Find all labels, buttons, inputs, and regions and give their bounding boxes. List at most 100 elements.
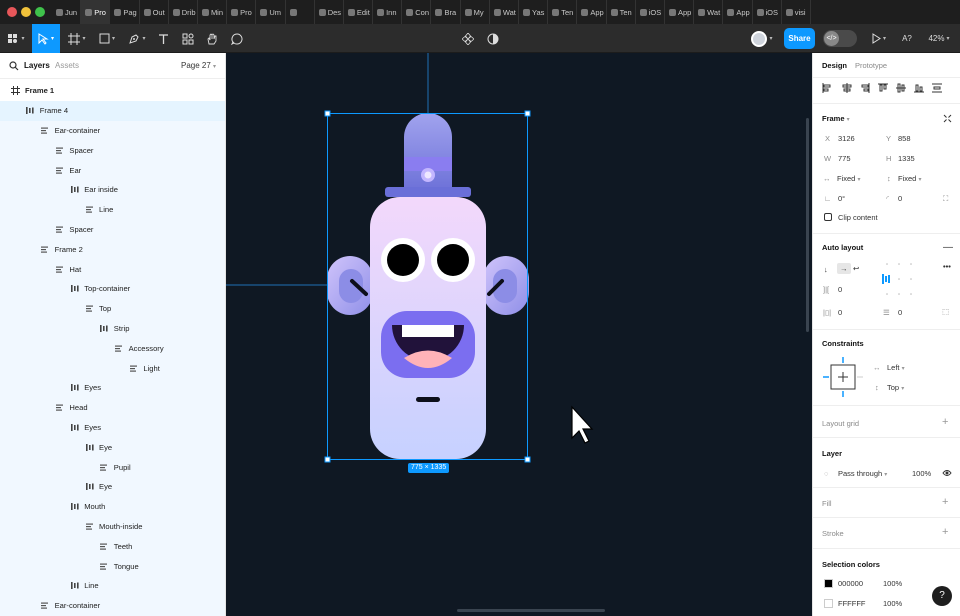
layer-row[interactable]: Pupil: [0, 457, 225, 477]
individual-padding-icon[interactable]: ⬚: [942, 307, 949, 316]
file-tab[interactable]: iOS: [753, 0, 782, 24]
file-tab[interactable]: Min: [198, 0, 228, 24]
layer-row[interactable]: Spacer: [0, 219, 225, 240]
file-tab[interactable]: Bra: [431, 0, 461, 24]
file-tab[interactable]: Edit: [344, 0, 374, 24]
resources-button[interactable]: [179, 24, 197, 53]
file-tab[interactable]: Pro: [227, 0, 257, 24]
eye-icon[interactable]: [942, 469, 952, 477]
horizontal-padding-input[interactable]: 0: [838, 308, 842, 317]
file-tab[interactable]: Ten: [548, 0, 578, 24]
frame-tool-button[interactable]: ▾: [64, 24, 90, 53]
layer-row[interactable]: Light: [0, 358, 225, 378]
rotation-input[interactable]: 0°: [838, 194, 845, 203]
dev-mode-toggle[interactable]: </>: [822, 24, 858, 53]
file-tab[interactable]: Yas: [519, 0, 549, 24]
layer-row[interactable]: Ear-container: [0, 595, 225, 616]
file-tab[interactable]: Wat: [490, 0, 519, 24]
vertical-padding-input[interactable]: 0: [898, 308, 902, 317]
layer-row[interactable]: Ear inside: [0, 179, 225, 200]
vertical-scrollbar[interactable]: [806, 118, 809, 332]
help-button[interactable]: ?: [932, 586, 952, 606]
file-tab[interactable]: Inn: [373, 0, 403, 24]
move-tool-button[interactable]: ▾: [32, 24, 60, 53]
resize-handle-bl[interactable]: [324, 456, 331, 463]
file-tab[interactable]: My: [461, 0, 490, 24]
component-button[interactable]: [459, 24, 477, 53]
contrast-button[interactable]: [484, 24, 502, 53]
file-tab[interactable]: Out: [140, 0, 169, 24]
file-tab[interactable]: App: [665, 0, 695, 24]
color-opacity[interactable]: 100%: [883, 599, 902, 608]
vertical-constraint-dropdown[interactable]: Top ▾: [887, 383, 904, 392]
minimize-button[interactable]: [21, 7, 31, 17]
shape-tool-button[interactable]: ▾: [94, 24, 120, 53]
file-tab[interactable]: Con: [402, 0, 432, 24]
frame-section-title[interactable]: Frame ▾: [822, 114, 850, 123]
layer-row[interactable]: Top-container: [0, 278, 225, 299]
color-swatch[interactable]: [824, 599, 833, 608]
file-tab[interactable]: iOS: [636, 0, 665, 24]
tab-layers[interactable]: Layers: [24, 61, 50, 70]
comment-tool-button[interactable]: [228, 24, 246, 53]
direction-horizontal-icon[interactable]: →: [837, 263, 851, 274]
layer-row[interactable]: Tongue: [0, 556, 225, 576]
direction-wrap-icon[interactable]: ↩: [853, 264, 859, 273]
layer-row[interactable]: Eye: [0, 437, 225, 458]
color-hex[interactable]: FFFFFF: [838, 599, 866, 608]
canvas[interactable]: 775 × 1335: [226, 53, 812, 616]
layer-row[interactable]: Strip: [0, 318, 225, 339]
tab-assets[interactable]: Assets: [55, 61, 79, 70]
layer-row[interactable]: Frame 2: [0, 239, 225, 260]
tab-prototype[interactable]: Prototype: [855, 61, 887, 70]
file-tab[interactable]: Ten: [607, 0, 636, 24]
constraints-widget[interactable]: [823, 357, 863, 397]
add-stroke-icon[interactable]: +: [942, 526, 948, 538]
multiplayer-avatar[interactable]: ▾: [749, 24, 775, 53]
layer-row[interactable]: Line: [0, 575, 225, 596]
color-swatch[interactable]: [824, 579, 833, 588]
file-tab[interactable]: Pag: [110, 0, 140, 24]
layer-row[interactable]: Line: [0, 199, 225, 220]
layer-row[interactable]: Top: [0, 298, 225, 319]
layer-row[interactable]: Frame 4: [0, 100, 225, 121]
color-opacity[interactable]: 100%: [883, 579, 902, 588]
layer-row[interactable]: Accessory: [0, 338, 225, 359]
layer-row[interactable]: Ear: [0, 160, 225, 180]
file-tab[interactable]: Des: [315, 0, 344, 24]
add-fill-icon[interactable]: +: [942, 496, 948, 508]
layer-row[interactable]: Teeth: [0, 536, 225, 557]
layer-row[interactable]: Hat: [0, 259, 225, 279]
zoom-button[interactable]: [35, 7, 45, 17]
horizontal-scrollbar[interactable]: [457, 609, 605, 612]
layer-row[interactable]: Head: [0, 397, 225, 418]
color-hex[interactable]: 000000: [838, 579, 863, 588]
file-tab[interactable]: App: [723, 0, 753, 24]
resize-handle-tr[interactable]: [524, 110, 531, 117]
more-options-icon[interactable]: •••: [943, 262, 951, 271]
file-tab[interactable]: visi: [782, 0, 811, 24]
main-menu-button[interactable]: ▾: [4, 24, 28, 53]
layer-row[interactable]: Eyes: [0, 417, 225, 438]
height-input[interactable]: 1335: [898, 154, 915, 163]
ai-button[interactable]: A?: [897, 24, 917, 53]
layer-row[interactable]: Spacer: [0, 140, 225, 161]
resize-handle-br[interactable]: [524, 456, 531, 463]
file-tab[interactable]: [286, 0, 315, 24]
blend-mode-dropdown[interactable]: Pass through ▾: [838, 469, 887, 478]
layer-row[interactable]: Frame 1: [0, 81, 225, 101]
x-input[interactable]: 3126: [838, 134, 855, 143]
independent-corners-icon[interactable]: ⛶: [943, 194, 948, 204]
add-layout-grid-icon[interactable]: +: [942, 416, 948, 428]
file-tab[interactable]: Drib: [169, 0, 198, 24]
file-tab[interactable]: Wat: [694, 0, 724, 24]
page-selector[interactable]: Page 27 ▾: [181, 61, 216, 70]
alignment-grid[interactable]: [879, 259, 919, 299]
search-icon[interactable]: [9, 61, 19, 71]
vertical-sizing-dropdown[interactable]: Fixed ▾: [898, 174, 921, 183]
layer-row[interactable]: Ear-container: [0, 120, 225, 141]
spacing-input[interactable]: 0: [838, 285, 842, 294]
width-input[interactable]: 775: [838, 154, 851, 163]
file-tab[interactable]: App: [577, 0, 607, 24]
horizontal-constraint-dropdown[interactable]: Left ▾: [887, 363, 905, 372]
